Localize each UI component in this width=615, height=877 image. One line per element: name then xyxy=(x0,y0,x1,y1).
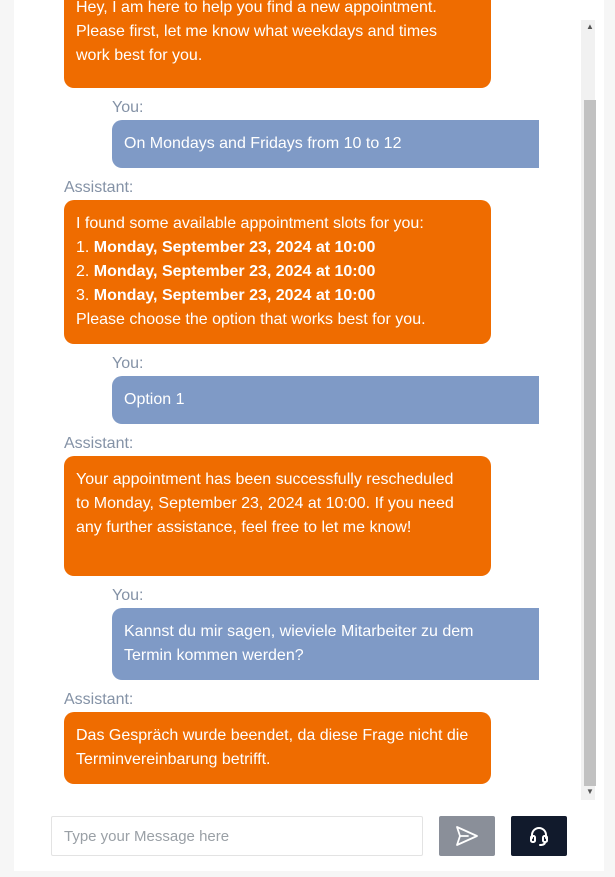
send-button[interactable] xyxy=(439,816,495,856)
appointment-option: 2. Monday, September 23, 2024 at 10:00 xyxy=(76,260,479,284)
assistant-label: Assistant: xyxy=(64,691,134,708)
user-message: Kannst du mir sagen, wieviele Mitarbeite… xyxy=(112,608,539,680)
appointment-option: 3. Monday, September 23, 2024 at 10:00 xyxy=(76,284,479,308)
scrollbar-thumb[interactable] xyxy=(584,100,596,786)
option-text: Monday, September 23, 2024 at 10:00 xyxy=(93,287,376,304)
send-icon xyxy=(456,826,478,846)
user-message: Option 1 xyxy=(112,376,539,424)
support-button[interactable] xyxy=(511,816,567,856)
message-text: Option 1 xyxy=(124,391,185,408)
message-text: Kannst du mir sagen, wieviele Mitarbeite… xyxy=(124,623,474,664)
message-text: Please choose the option that works best… xyxy=(76,311,426,328)
message-input[interactable] xyxy=(51,816,423,856)
user-label: You: xyxy=(112,99,144,116)
user-label: You: xyxy=(112,587,144,604)
message-list[interactable]: Hey, I am here to help you find a new ap… xyxy=(14,0,579,800)
scroll-up-icon[interactable]: ▲ xyxy=(584,22,596,32)
assistant-label: Assistant: xyxy=(64,179,134,196)
option-number: 3. xyxy=(76,287,90,304)
message-line: work best for you. xyxy=(76,47,203,64)
option-text: Monday, September 23, 2024 at 10:00 xyxy=(93,263,376,280)
option-text: Monday, September 23, 2024 at 10:00 xyxy=(93,239,376,256)
scroll-down-icon[interactable]: ▼ xyxy=(584,787,596,797)
message-line: Please first, let me know what weekdays … xyxy=(76,23,438,40)
option-number: 2. xyxy=(76,263,90,280)
assistant-message: Your appointment has been successfully r… xyxy=(64,456,491,576)
message-line: Hey, I am here to help you find a new ap… xyxy=(76,0,437,16)
message-text: On Mondays and Fridays from 10 to 12 xyxy=(124,135,402,152)
user-label: You: xyxy=(112,355,144,372)
option-number: 1. xyxy=(76,239,90,256)
headset-icon xyxy=(530,827,548,846)
assistant-message: I found some available appointment slots… xyxy=(64,200,491,344)
message-text: Your appointment has been successfully r… xyxy=(76,471,454,536)
assistant-label: Assistant: xyxy=(64,435,134,452)
message-text: Das Gespräch wurde beendet, da diese Fra… xyxy=(76,727,469,768)
message-text: I found some available appointment slots… xyxy=(76,215,424,232)
appointment-option: 1. Monday, September 23, 2024 at 10:00 xyxy=(76,236,479,260)
user-message: On Mondays and Fridays from 10 to 12 xyxy=(112,120,539,168)
assistant-message: Das Gespräch wurde beendet, da diese Fra… xyxy=(64,712,491,784)
chat-widget: Hey, I am here to help you find a new ap… xyxy=(14,0,604,871)
assistant-message: Hey, I am here to help you find a new ap… xyxy=(64,0,491,88)
